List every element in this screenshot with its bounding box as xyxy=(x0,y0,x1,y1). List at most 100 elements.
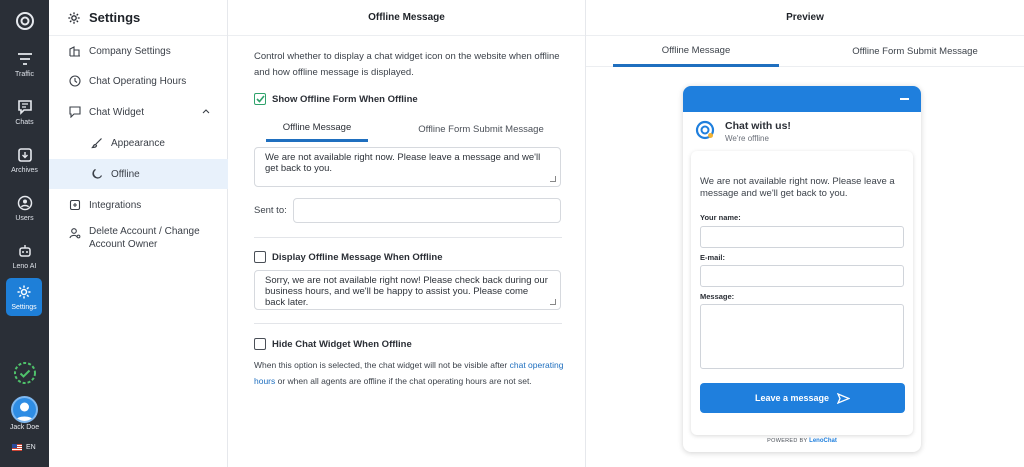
rail-label: Leno AI xyxy=(12,263,37,270)
gear-icon xyxy=(15,283,33,301)
robot-icon xyxy=(16,242,34,260)
sidebar-item-integrations[interactable]: Integrations xyxy=(49,190,228,220)
chat-bubble-icon xyxy=(16,98,34,116)
checkbox-label: Display Offline Message When Offline xyxy=(272,251,443,263)
sidebar-item-appearance[interactable]: Appearance xyxy=(49,128,228,158)
message-label: Message: xyxy=(700,292,735,301)
widget-offline-message: We are not available right now. Please l… xyxy=(700,176,895,199)
rail-item-users[interactable]: Users xyxy=(0,188,49,228)
hide-chat-widget-checkbox[interactable] xyxy=(254,338,266,350)
display-offline-message-checkbox[interactable] xyxy=(254,251,266,263)
preview-tab-offline-form-submit-message[interactable]: Offline Form Submit Message xyxy=(836,36,994,67)
offline-form-card: We are not available right now. Please l… xyxy=(691,151,913,435)
preview-tab-offline-message[interactable]: Offline Message xyxy=(613,36,779,67)
avatar[interactable] xyxy=(11,396,38,423)
building-icon xyxy=(69,46,80,57)
sent-to-input[interactable] xyxy=(293,198,561,223)
tab-offline-form-submit-message[interactable]: Offline Form Submit Message xyxy=(406,116,556,142)
rail-item-chats[interactable]: Chats xyxy=(0,92,49,132)
tab-offline-message[interactable]: Offline Message xyxy=(266,116,368,142)
status-online-icon[interactable] xyxy=(12,360,38,386)
widget-header: Chat with us! We're offline xyxy=(683,112,921,148)
widget-title: Chat with us! xyxy=(725,120,791,132)
user-gear-icon xyxy=(69,228,81,239)
sidebar-item-label: Chat Widget xyxy=(89,106,145,118)
display-offline-message-row[interactable]: Display Offline Message When Offline xyxy=(254,251,443,263)
user-name: Jack Doe xyxy=(9,424,40,431)
email-input[interactable] xyxy=(700,265,904,287)
rail-item-leno-ai[interactable]: Leno AI xyxy=(0,236,49,276)
checkbox-label: Hide Chat Widget When Offline xyxy=(272,338,412,350)
send-icon xyxy=(837,392,851,404)
show-offline-form-row[interactable]: Show Offline Form When Offline xyxy=(254,93,418,105)
check-icon xyxy=(255,95,265,103)
name-label: Your name: xyxy=(700,213,741,222)
sidebar-item-label: Delete Account / Change Account Owner xyxy=(89,226,200,250)
offline-message-textarea[interactable]: We are not available right now. Please l… xyxy=(254,147,561,187)
button-label: Leave a message xyxy=(754,393,830,403)
language-label: EN xyxy=(26,444,36,451)
sidebar-item-delete-account[interactable]: Delete Account / Change Account Owner xyxy=(49,221,228,257)
rail-item-settings[interactable]: Settings xyxy=(6,278,42,316)
widget-status: We're offline xyxy=(725,134,769,143)
sidebar-item-label: Company Settings xyxy=(89,45,171,57)
sidebar-item-chat-widget[interactable]: Chat Widget xyxy=(49,97,228,127)
sidebar-item-label: Appearance xyxy=(111,137,165,149)
sidebar-item-chat-operating-hours[interactable]: Chat Operating Hours xyxy=(49,66,228,96)
chevron-up-icon[interactable] xyxy=(202,108,210,114)
rail-item-archives[interactable]: Archives xyxy=(0,140,49,180)
sidebar-item-label: Offline xyxy=(111,168,140,180)
sidebar-item-offline[interactable]: Offline xyxy=(49,159,228,189)
message-input[interactable] xyxy=(700,304,904,369)
widget-topbar xyxy=(683,86,921,112)
offline-message-2-textarea[interactable]: Sorry, we are not available right now! P… xyxy=(254,270,561,310)
rail-item-traffic[interactable]: Traffic xyxy=(0,44,49,84)
sent-to-label: Sent to: xyxy=(254,205,287,216)
divider xyxy=(254,323,562,324)
moon-icon xyxy=(92,169,102,179)
integration-icon xyxy=(69,199,81,211)
users-icon xyxy=(16,194,34,212)
note-text: or when all agents are offline if the ch… xyxy=(275,375,532,386)
name-input[interactable] xyxy=(700,226,904,248)
leave-message-button[interactable]: Leave a message xyxy=(700,383,905,413)
preview-title: Preview xyxy=(586,0,1024,36)
minimize-icon[interactable] xyxy=(900,98,909,100)
sidebar-title: Settings xyxy=(89,10,141,25)
sidebar-item-label: Chat Operating Hours xyxy=(89,75,187,87)
chat-widget-icon xyxy=(69,106,81,118)
filter-icon xyxy=(16,50,34,68)
language-selector[interactable]: EN xyxy=(12,444,36,451)
brand-name[interactable]: LenoChat xyxy=(809,438,837,444)
email-label: E-mail: xyxy=(700,253,726,262)
resize-handle-icon[interactable] xyxy=(550,299,556,305)
rail-label: Users xyxy=(15,215,34,222)
rail-label: Chats xyxy=(15,119,34,126)
sidebar-item-company-settings[interactable]: Company Settings xyxy=(49,36,228,66)
offline-message-panel: Offline Message Control whether to displ… xyxy=(228,0,586,467)
app-logo-icon[interactable] xyxy=(14,10,36,32)
us-flag-icon xyxy=(12,444,22,451)
brush-icon xyxy=(91,138,102,149)
powered-by-text: POWERED BY xyxy=(767,438,808,444)
sidebar-item-label: Integrations xyxy=(89,199,142,211)
rail-label: Settings xyxy=(11,304,37,311)
textarea-value: We are not available right now. Please l… xyxy=(265,152,541,174)
resize-handle-icon[interactable] xyxy=(550,176,556,182)
textarea-value: Sorry, we are not available right now! P… xyxy=(265,275,548,308)
rail-label: Traffic xyxy=(14,71,35,78)
preview-panel: Preview Offline Message Offline Form Sub… xyxy=(586,0,1024,467)
hide-widget-note: When this option is selected, the chat w… xyxy=(254,358,566,389)
note-text: When this option is selected, the chat w… xyxy=(254,360,510,370)
preview-tabs: Offline Message Offline Form Submit Mess… xyxy=(586,36,1024,67)
icon-rail: Traffic Chats Archives Users Leno AI Set… xyxy=(0,0,49,467)
sidebar-header: Settings xyxy=(49,0,227,36)
archive-icon xyxy=(16,146,34,164)
show-offline-form-checkbox[interactable] xyxy=(254,93,266,105)
hide-chat-widget-row[interactable]: Hide Chat Widget When Offline xyxy=(254,338,412,350)
chat-widget-preview: Chat with us! We're offline We are not a… xyxy=(683,86,921,452)
description-text: Control whether to display a chat widget… xyxy=(254,51,560,78)
checkbox-label: Show Offline Form When Offline xyxy=(272,93,418,105)
rail-label: Archives xyxy=(11,167,38,174)
panel-title: Offline Message xyxy=(228,0,585,36)
